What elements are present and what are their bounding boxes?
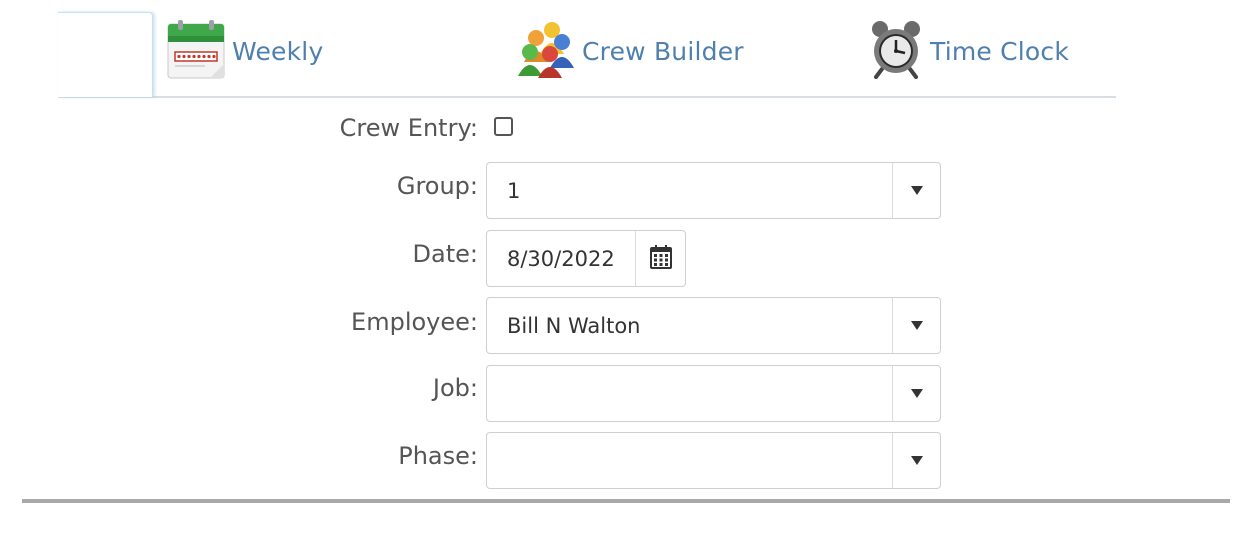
job-select[interactable] xyxy=(486,365,941,422)
group-label: Group: xyxy=(396,172,478,200)
crew-entry-checkbox[interactable] xyxy=(494,117,513,136)
tab-weekly-label: Weekly xyxy=(232,36,324,66)
employee-select-value: Bill N Walton xyxy=(507,313,641,338)
caret-down-icon xyxy=(910,186,923,195)
calendar-grid-icon xyxy=(649,244,672,273)
employee-select[interactable]: Bill N Walton xyxy=(486,297,941,354)
crew-entry-label: Crew Entry: xyxy=(339,114,478,142)
caret-down-icon xyxy=(910,321,923,330)
job-label: Job: xyxy=(432,374,478,402)
group-dropdown-button[interactable] xyxy=(892,163,940,218)
people-group-icon xyxy=(516,18,576,84)
phase-select[interactable] xyxy=(486,432,941,489)
section-divider xyxy=(22,499,1230,503)
phase-label: Phase: xyxy=(398,442,478,470)
employee-label: Employee: xyxy=(351,308,478,336)
group-select-value: 1 xyxy=(507,178,521,203)
date-picker: 8/30/2022 xyxy=(486,230,686,287)
tab-crew-builder[interactable]: Crew Builder xyxy=(516,18,744,84)
tab-active-blank[interactable] xyxy=(58,12,153,97)
date-input[interactable]: 8/30/2022 xyxy=(507,231,615,286)
tab-weekly[interactable]: Weekly xyxy=(166,18,323,84)
caret-down-icon xyxy=(910,456,923,465)
calendar-icon xyxy=(166,18,226,84)
caret-down-icon xyxy=(910,389,923,398)
tab-crew-builder-label: Crew Builder xyxy=(582,36,744,66)
job-dropdown-button[interactable] xyxy=(892,366,940,421)
group-select[interactable]: 1 xyxy=(486,162,941,219)
date-label: Date: xyxy=(412,240,478,268)
tab-bar: Weekly Crew Builder Time Clock xyxy=(58,0,1116,98)
tab-time-clock[interactable]: Time Clock xyxy=(868,18,1069,84)
calendar-button[interactable] xyxy=(635,231,685,286)
tab-time-clock-label: Time Clock xyxy=(930,36,1070,66)
employee-dropdown-button[interactable] xyxy=(892,298,940,353)
phase-dropdown-button[interactable] xyxy=(892,433,940,488)
alarm-clock-icon xyxy=(868,19,924,83)
